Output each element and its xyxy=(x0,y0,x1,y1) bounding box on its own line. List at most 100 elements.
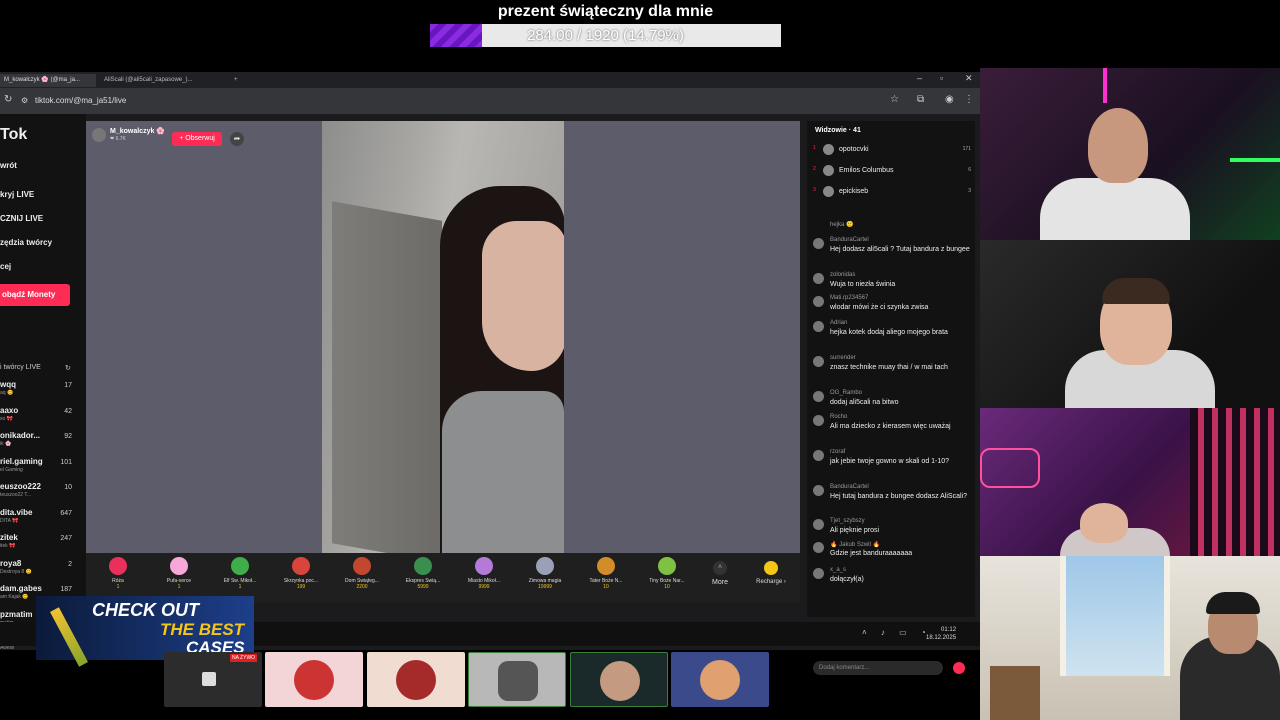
chat-text: znasz technike muay thai / w mai tach xyxy=(830,364,948,371)
chat-panel: Widzowie · 41 1 opotocvki 171 2 Emilos Colum… xyxy=(807,121,975,675)
screen-icon xyxy=(202,672,216,686)
avatar xyxy=(813,485,824,496)
gift-icon xyxy=(109,557,127,575)
chat-text: dołączył(a) xyxy=(830,576,864,583)
avatar xyxy=(813,391,824,402)
ad-line-1: CHECK OUT xyxy=(92,600,199,620)
close-icon[interactable]: ✕ xyxy=(965,73,973,84)
tab-second[interactable]: AliScali (@ali5cali_zapasowe_)... xyxy=(100,74,230,87)
gift-item[interactable]: Ekspres Świą... 5999 xyxy=(394,557,452,601)
chat-username: x_a_s xyxy=(830,567,847,573)
gift-price: 10 xyxy=(664,584,670,590)
gift-icon xyxy=(353,557,371,575)
chat-text: hejka 🙂 xyxy=(830,222,854,228)
host-avatar[interactable] xyxy=(92,128,106,142)
tiktok-logo[interactable]: Tok xyxy=(0,126,27,144)
top-viewer[interactable]: 2 Emilos Columbus 6 xyxy=(813,164,973,178)
gift-item[interactable]: Zimowa magia 19999 xyxy=(516,557,574,601)
refresh-icon[interactable]: ↻ xyxy=(65,364,71,372)
creator-item[interactable]: zitek itek 🎀 247 xyxy=(0,533,80,558)
top-viewer[interactable]: 1 opotocvki 171 xyxy=(813,143,973,157)
nav-go-live[interactable]: CZNIJ LIVE xyxy=(0,214,43,223)
creator-item[interactable]: aaxo xo 🎀 42 xyxy=(0,406,80,431)
host-likes: ❤ 6.7K xyxy=(110,136,126,142)
tray-icons[interactable]: ˄ ♪ ▭ ◔ xyxy=(862,628,932,637)
url-field[interactable]: tiktok.com/@ma_ja51/live xyxy=(35,96,126,105)
nav-more[interactable]: cej xyxy=(0,262,11,271)
reload-icon[interactable]: ↻ xyxy=(4,94,12,105)
extensions-icon[interactable]: ⧉ xyxy=(917,94,924,105)
avatar xyxy=(813,542,824,553)
viewers-title[interactable]: Widzowie · 41 xyxy=(815,127,861,134)
webcam-person-head xyxy=(1088,108,1148,183)
creator-name: onikador... xyxy=(0,431,41,440)
webcam-4 xyxy=(980,556,1280,720)
gift-item[interactable]: Tiny Boże Nar... 10 xyxy=(638,557,696,601)
avatar xyxy=(813,238,824,249)
heart-icon[interactable] xyxy=(953,662,965,674)
bookmark-star-icon[interactable]: ☆ xyxy=(890,94,899,105)
follow-button[interactable]: + Obserwuj xyxy=(172,132,222,146)
live-player[interactable]: M_kowalczyk 🌸 ❤ 6.7K + Obserwuj ➦ xyxy=(86,121,800,553)
thumb-6 xyxy=(671,652,769,707)
gift-item[interactable]: Skrzynka poc... 199 xyxy=(272,557,330,601)
creator-item[interactable]: riel.gaming el Gaming 101 xyxy=(0,457,80,482)
plus-icon[interactable]: + xyxy=(230,74,242,87)
top-viewer[interactable]: 3 epickiseb 3 xyxy=(813,185,973,199)
thumb-2 xyxy=(265,652,363,707)
chat-username: surrender xyxy=(830,355,856,361)
thumb-3 xyxy=(367,652,465,707)
creator-name: dita.vibe xyxy=(0,507,33,517)
clock[interactable]: 01:12 18.12.2025 xyxy=(926,626,956,642)
chat-username: Mati.rp234567 xyxy=(830,295,869,301)
gift-price: 1 xyxy=(238,584,242,590)
gift-item[interactable]: Elf Św. Mikoł... 1 xyxy=(211,557,269,601)
live-video[interactable] xyxy=(322,121,564,553)
avatar xyxy=(823,165,834,176)
gift-price: 10 xyxy=(603,584,609,590)
gift-item[interactable]: Dom Świąteg... 2200 xyxy=(333,557,391,601)
gift-item[interactable]: Miasto Mikoł... 9999 xyxy=(455,557,513,601)
chat-text: Ali ma dziecko z kierasem więc uważaj xyxy=(830,423,951,430)
goal-title: prezent świąteczny dla mnie xyxy=(497,3,714,20)
webcam-person-hair xyxy=(1102,278,1170,304)
creator-item[interactable]: wqq aq 😊 17 xyxy=(0,380,80,405)
creator-item[interactable]: euszoo222 teuszoo22 T... 10 xyxy=(0,482,80,507)
minimize-icon[interactable]: – xyxy=(917,73,922,83)
live-badge: NA ŻYWO xyxy=(230,654,258,662)
tab-current[interactable]: M_kowalczyk 🌸 (@ma_ja... xyxy=(0,74,96,87)
viewer-score: 171 xyxy=(962,146,971,152)
gift-item[interactable]: Pufa-serce 1 xyxy=(150,557,208,601)
more-gifts-button[interactable]: ˄ More xyxy=(705,561,735,586)
creator-subtitle: aq 😊 xyxy=(0,390,14,396)
webcam-person-head xyxy=(1080,503,1128,543)
creator-item[interactable]: roya8 Destroya 8 😊 2 xyxy=(0,559,80,584)
gift-item[interactable]: Róża 1 xyxy=(89,557,147,601)
avatar xyxy=(823,144,834,155)
creator-viewer-count: 647 xyxy=(60,509,72,517)
chat-username: 🔥 Jakub Szwit 🔥 xyxy=(830,542,881,548)
profile-icon[interactable]: ◉ xyxy=(945,94,954,105)
host-name[interactable]: M_kowalczyk 🌸 xyxy=(110,127,165,135)
maximize-icon[interactable]: ▫ xyxy=(940,73,943,83)
window-view xyxy=(1060,556,1170,676)
nav-discover-live[interactable]: kryj LIVE xyxy=(0,190,34,199)
chat-username: BanduraCartel xyxy=(830,484,869,490)
creator-item[interactable]: onikador... ik 🌸 92 xyxy=(0,431,80,456)
chat-username: OG_Rambo xyxy=(830,390,863,396)
striped-wall xyxy=(1190,408,1280,556)
recharge-button[interactable]: Recharge › xyxy=(751,561,791,585)
menu-dots-icon[interactable]: ⋮ xyxy=(964,94,974,105)
comment-input[interactable]: Dodaj komentarz... xyxy=(813,661,943,675)
chat-text: jak jebie twoje gowno w skali od 1-10? xyxy=(830,458,950,465)
nav-creator-tools[interactable]: zędzia twórcy xyxy=(0,238,52,247)
viewer-rank: 3 xyxy=(813,187,816,193)
chevron-up-icon: ˄ xyxy=(713,561,727,575)
gift-item[interactable]: Tater Boże N... 10 xyxy=(577,557,635,601)
get-coins-button[interactable]: obądź Monety xyxy=(0,284,70,306)
site-info-icon[interactable]: ⚙ xyxy=(21,96,28,105)
share-icon[interactable]: ➦ xyxy=(230,132,244,146)
creator-item[interactable]: dita.vibe DITA 🎀 647 xyxy=(0,508,80,533)
chat-text: dodaj ali5cali na bitwo xyxy=(830,399,899,406)
nav-back[interactable]: wrót xyxy=(0,161,17,170)
